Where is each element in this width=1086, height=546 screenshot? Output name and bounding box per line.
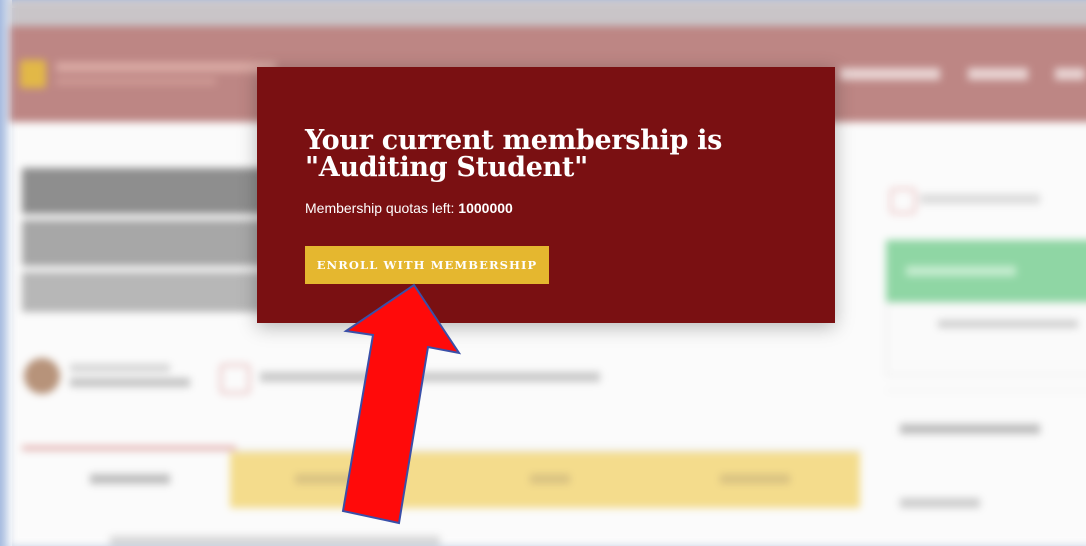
course-title-line: [22, 272, 282, 312]
sidebar-box: [886, 302, 1086, 376]
nav-item: [840, 68, 940, 80]
sidebar-divider: [886, 390, 1086, 391]
quota-label: Membership quotas left:: [305, 200, 455, 216]
sidebar-label: [900, 498, 980, 508]
nav-item: [1055, 68, 1085, 80]
instructor-avatar: [24, 358, 60, 394]
site-logo-text: [56, 62, 276, 72]
sidebar-small-text: [938, 320, 1078, 328]
category-text: [260, 372, 600, 382]
browser-top-strip: [10, 0, 1086, 28]
membership-modal: Your current membership is "Auditing Stu…: [257, 67, 835, 323]
instructor-name: [70, 378, 190, 387]
site-logo-subtext: [56, 78, 216, 85]
tab-label: [720, 474, 790, 484]
tab-description: [90, 474, 170, 484]
wishlist-text: [920, 194, 1040, 204]
site-logo: [20, 60, 46, 88]
modal-title-line2: "Auditing Student": [305, 152, 588, 183]
active-tab-indicator: [22, 446, 236, 450]
wishlist-icon: [890, 188, 916, 214]
category-icon: [220, 364, 250, 394]
quota-value: 1000000: [458, 200, 513, 216]
instructor-label: [70, 364, 170, 372]
start-course-label: [906, 266, 1016, 276]
sidebar-label: [900, 424, 1040, 434]
membership-quota: Membership quotas left: 1000000: [305, 200, 513, 216]
modal-title: Your current membership is "Auditing Stu…: [305, 127, 785, 181]
nav-item: [968, 68, 1028, 80]
tab-label: [295, 474, 355, 484]
tab-label: [530, 474, 570, 484]
enroll-with-membership-button[interactable]: ENROLL WITH MEMBERSHIP: [305, 246, 549, 284]
content-text: [110, 536, 440, 546]
